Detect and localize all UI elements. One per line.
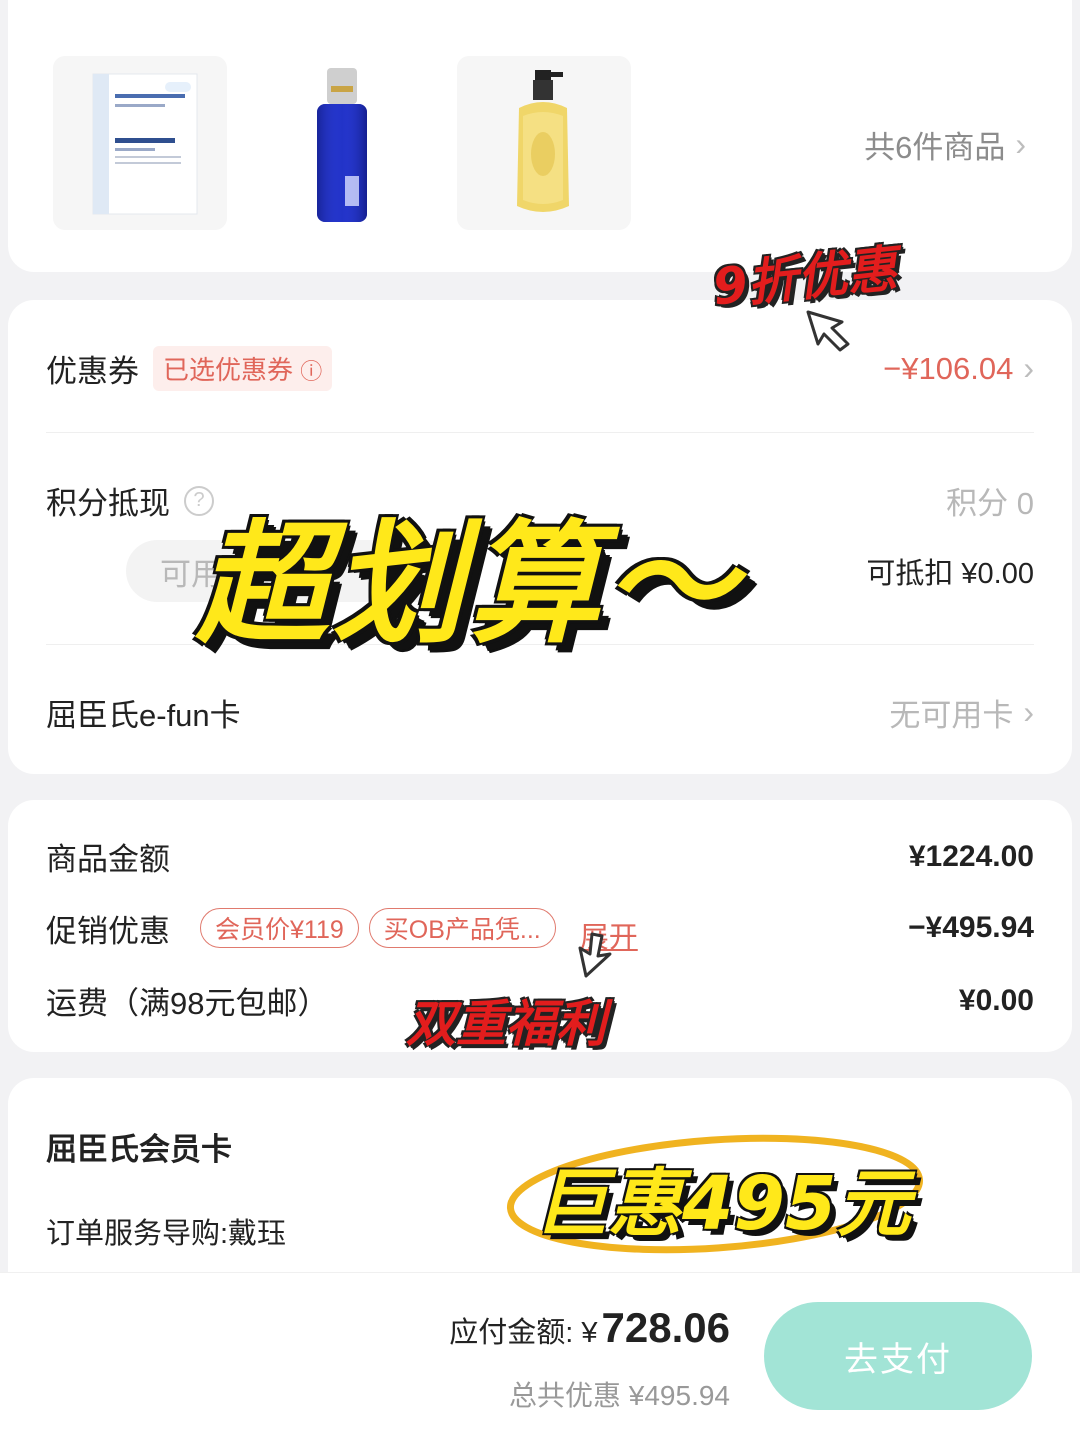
headline-sticker: 超划算～ (196, 508, 740, 662)
goods-amount-row: 商品金额 ¥1224.00 (46, 834, 1034, 879)
points-deductible: 可抵扣 ¥0.00 (866, 558, 1034, 590)
points-label: 积分抵现 (46, 486, 170, 521)
product-count-row[interactable]: 共6件商品 › (54, 122, 1026, 167)
chevron-right-icon: › (1023, 694, 1034, 730)
product-count-label: 共6件商品 (864, 130, 1006, 165)
shipping-value: ¥0.00 (958, 983, 1034, 1017)
coupon-tag-text: 已选优惠券 (163, 355, 294, 385)
pay-button[interactable]: 去支付 (764, 1302, 1032, 1410)
chevron-right-icon: › (1015, 126, 1026, 162)
efun-label: 屈臣氏e-fun卡 (46, 698, 241, 733)
efun-card-row[interactable]: 屈臣氏e-fun卡 无可用卡 › (46, 690, 1034, 735)
chevron-right-icon: › (1023, 350, 1034, 386)
points-value: 积分 0 (946, 486, 1034, 521)
promo-pill-member-price[interactable]: 会员价¥119 (200, 908, 359, 948)
promo-label: 促销优惠 (46, 913, 170, 949)
efun-value: 无可用卡 (889, 698, 1014, 733)
arrow-up-left-icon (806, 310, 850, 352)
payable-line: 应付金额: ¥ 728.06 (449, 1304, 730, 1352)
goods-amount-value: ¥1224.00 (908, 839, 1034, 873)
coupon-row[interactable]: 优惠券 已选优惠券 ⓘ −¥106.04 › (46, 346, 1034, 391)
coupon-amount: −¥106.04 (883, 350, 1014, 386)
coupon-selected-tag: 已选优惠券 ⓘ (153, 346, 333, 391)
product-strip-card: 共6件商品 › (8, 0, 1072, 272)
arrow-down-icon (578, 932, 612, 978)
member-card-title: 屈臣氏会员卡 (46, 1132, 232, 1167)
shipping-label: 运费（满98元包邮） (46, 986, 329, 1021)
help-circle-icon[interactable]: ⓘ (300, 359, 322, 384)
coupon-label: 优惠券 (46, 354, 139, 389)
promo-value: −¥495.94 (908, 911, 1034, 944)
goods-amount-label: 商品金额 (46, 842, 170, 877)
payable-value: 728.06 (601, 1304, 730, 1351)
big-saving-sticker: 巨惠495元 (534, 1161, 911, 1247)
divider (46, 432, 1034, 433)
service-guide: 订单服务导购:戴珏 (46, 1218, 287, 1250)
double-benefit-sticker: 双重福利 (406, 995, 606, 1053)
total-discount: 总共优惠 ¥495.94 (509, 1380, 730, 1411)
payable-label: 应付金额: ¥ (449, 1317, 598, 1349)
promo-row: 促销优惠 会员价¥119 买OB产品凭... 展开 −¥495.94 (46, 900, 1034, 956)
promo-pill-ob-product[interactable]: 买OB产品凭... (368, 908, 556, 948)
